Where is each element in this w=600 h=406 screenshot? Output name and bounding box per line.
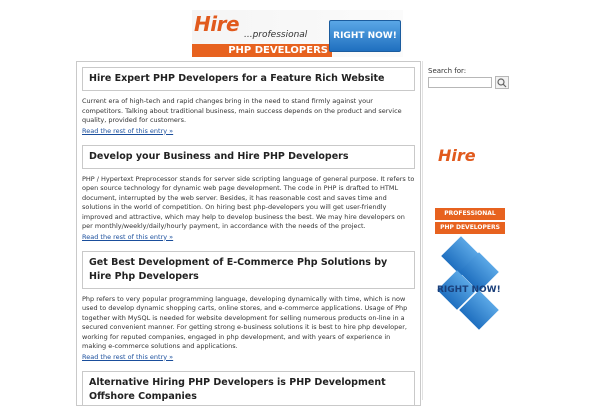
search-input[interactable] bbox=[428, 77, 492, 88]
sidebar-banner-developers: PHP DEVELOPERS bbox=[435, 222, 505, 234]
read-more-link[interactable]: Read the rest of this entry » bbox=[82, 353, 415, 361]
banner-professional-text: ...professional bbox=[244, 30, 307, 40]
post-excerpt: PHP / Hypertext Preprocessor stands for … bbox=[82, 175, 415, 232]
post: Get Best Development of E-Commerce Php S… bbox=[82, 251, 415, 361]
sidebar-divider bbox=[422, 61, 423, 400]
post: Hire Expert PHP Developers for a Feature… bbox=[82, 67, 415, 135]
post-excerpt: Current era of high-tech and rapid chang… bbox=[82, 97, 415, 126]
search-button[interactable] bbox=[495, 76, 509, 89]
post: Develop your Business and Hire PHP Devel… bbox=[82, 145, 415, 241]
banner-hire-text: Hire bbox=[194, 12, 239, 36]
header-banner[interactable]: Hire ...professional PHP DEVELOPERS RIGH… bbox=[192, 10, 403, 57]
main-content: Hire Expert PHP Developers for a Feature… bbox=[76, 61, 421, 406]
post-excerpt: Php refers to very popular programming l… bbox=[82, 295, 415, 352]
sidebar-banner-professional: PROFESSIONAL bbox=[435, 208, 505, 220]
sidebar-banner-hire: Hire bbox=[438, 146, 476, 165]
banner-developers-text: PHP DEVELOPERS bbox=[192, 44, 332, 57]
banner-cta-button[interactable]: RIGHT NOW! bbox=[329, 20, 401, 52]
search-label: Search for: bbox=[428, 67, 466, 75]
post-title[interactable]: Get Best Development of E-Commerce Php S… bbox=[82, 251, 415, 289]
read-more-link[interactable]: Read the rest of this entry » bbox=[82, 127, 415, 135]
post-title[interactable]: Alternative Hiring PHP Developers is PHP… bbox=[82, 371, 415, 406]
sidebar-ad-banner[interactable]: Hire PROFESSIONAL PHP DEVELOPERS RIGHT N… bbox=[435, 130, 505, 340]
post-title[interactable]: Hire Expert PHP Developers for a Feature… bbox=[82, 67, 415, 91]
sidebar-banner-cta: RIGHT NOW! bbox=[437, 285, 501, 295]
post: Alternative Hiring PHP Developers is PHP… bbox=[82, 371, 415, 406]
read-more-link[interactable]: Read the rest of this entry » bbox=[82, 233, 415, 241]
search-icon bbox=[497, 78, 507, 88]
post-title[interactable]: Develop your Business and Hire PHP Devel… bbox=[82, 145, 415, 169]
